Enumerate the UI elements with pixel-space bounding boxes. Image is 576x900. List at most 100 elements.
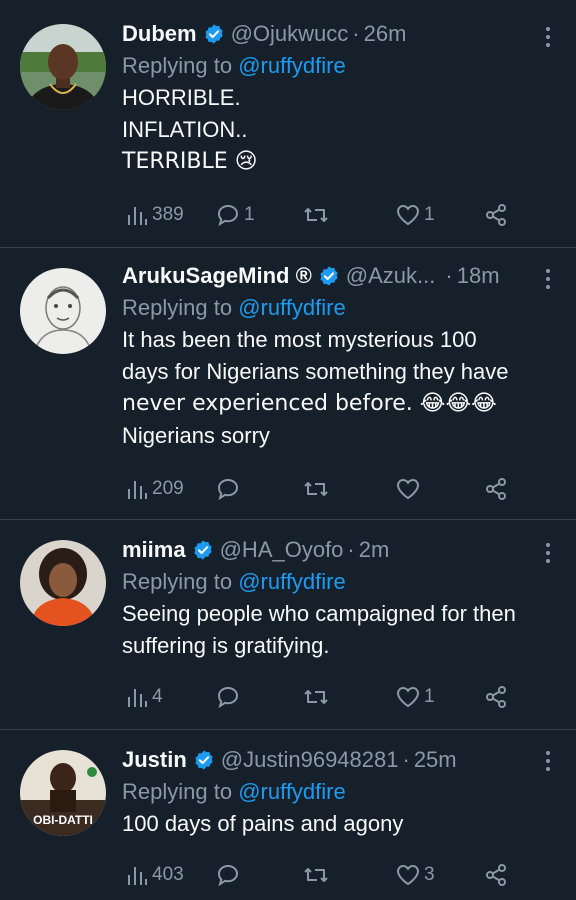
replying-to-label: Replying to [122,295,233,320]
like-count: 3 [424,864,435,885]
timestamp[interactable]: 18m [457,263,500,289]
views-count: 389 [152,204,184,225]
separator: · [402,747,410,772]
tweet[interactable]: OBI-DATTI Justin @Justin96948281 · 25m R… [0,730,576,900]
reply-button[interactable]: 1 [216,203,255,227]
replying-to-label: Replying to [122,53,233,78]
replying-to-label: Replying to [122,569,233,594]
reply-button[interactable] [216,477,244,501]
replying-to: Replying to @ruffydfire [122,50,560,82]
like-icon [396,686,420,708]
tweet-text-line: HORRIBLE. [122,85,241,110]
avatar-label: OBI-DATTI [33,813,93,827]
avatar[interactable] [20,268,106,354]
views-count: 403 [152,864,184,885]
tweet-text-line: TERRIBLE 😢 [122,149,258,174]
replying-to: Replying to @ruffydfire [122,566,560,598]
verified-badge-icon [193,749,215,771]
action-bar: 403 3 [122,860,522,890]
mention-link[interactable]: @ruffydfire [238,779,346,804]
reply-icon [217,204,239,227]
replying-to-label: Replying to [122,779,233,804]
tweet-text-line: days for Nigerians something they have [122,359,509,384]
replying-to: Replying to @ruffydfire [122,776,560,808]
handle[interactable]: @HA_Oyofo [220,537,344,563]
avatar[interactable]: OBI-DATTI [20,750,106,836]
tweet-text-line: suffering is gratifying. [122,633,330,658]
reply-button[interactable] [216,863,244,887]
tweet[interactable]: ArukuSageMind ® @Azuk... · 18m Replying … [0,248,576,520]
retweet-button[interactable] [302,477,334,501]
handle[interactable]: @Justin96948281 [221,747,399,773]
display-name[interactable]: ArukuSageMind ® [122,263,312,289]
reply-icon [217,478,239,501]
views-icon [128,867,147,885]
views-button[interactable]: 403 [126,864,184,886]
handle[interactable]: @Ojukwucc [231,21,349,47]
retweet-icon [304,482,328,496]
tweet[interactable]: miima @HA_Oyofo · 2m Replying to @ruffyd… [0,520,576,730]
views-button[interactable]: 389 [126,204,184,226]
retweet-icon [304,690,328,704]
handle[interactable]: @Azuk... [346,263,436,289]
avatar[interactable] [20,540,106,626]
tweet-text-line: never experienced before. 😂😂😂 [122,391,497,416]
like-button[interactable] [396,478,424,500]
tweet-text-line: Nigerians sorry [122,423,270,448]
tweet-text: Seeing people who campaigned for then su… [122,598,560,662]
separator: · [347,537,355,562]
display-name[interactable]: miima [122,537,186,563]
like-icon [396,204,420,226]
share-button[interactable] [484,685,508,709]
retweet-button[interactable] [302,685,334,709]
tweet-text: It has been the most mysterious 100 days… [122,324,560,452]
share-icon [486,204,506,226]
reply-icon [217,686,239,709]
tweet-text-line: INFLATION.. [122,117,248,142]
timestamp[interactable]: 26m [364,21,407,47]
like-button[interactable]: 3 [396,864,435,886]
retweet-button[interactable] [302,863,334,887]
avatar[interactable] [20,24,106,110]
mention-link[interactable]: @ruffydfire [238,569,346,594]
like-button[interactable]: 1 [396,686,435,708]
views-count: 4 [152,686,163,707]
timestamp[interactable]: 25m [414,747,457,773]
reply-count: 1 [244,204,255,225]
views-icon [128,481,147,499]
tweet-text-line: It has been the most mysterious 100 [122,327,477,352]
views-button[interactable]: 4 [126,686,163,708]
verified-badge-icon [203,23,225,45]
share-button[interactable] [484,477,508,501]
share-icon [486,686,506,708]
retweet-button[interactable] [302,203,334,227]
mention-link[interactable]: @ruffydfire [238,53,346,78]
tweet-text: HORRIBLE. INFLATION.. TERRIBLE 😢 [122,82,560,178]
share-button[interactable] [484,203,508,227]
views-icon [128,689,147,707]
views-icon [128,207,147,225]
action-bar: 209 [122,474,522,504]
replying-to: Replying to @ruffydfire [122,292,560,324]
tweet[interactable]: Dubem @Ojukwucc · 26m Replying to @ruffy… [0,0,576,248]
reply-icon [217,864,239,887]
share-icon [486,478,506,500]
share-button[interactable] [484,863,508,887]
reply-button[interactable] [216,685,244,709]
views-button[interactable]: 209 [126,478,184,500]
retweet-icon [304,208,328,222]
mention-link[interactable]: @ruffydfire [238,295,346,320]
action-bar: 389 1 1 [122,200,522,230]
tweet-text-line: Seeing people who campaigned for then [122,601,516,626]
action-bar: 4 1 [122,682,522,712]
reply-feed: Dubem @Ojukwucc · 26m Replying to @ruffy… [0,0,576,900]
like-icon [396,478,420,500]
timestamp[interactable]: 2m [359,537,390,563]
like-count: 1 [424,204,435,225]
like-button[interactable]: 1 [396,204,435,226]
display-name[interactable]: Dubem [122,21,197,47]
like-count: 1 [424,686,435,707]
display-name[interactable]: Justin [122,747,187,773]
views-count: 209 [152,478,184,499]
share-icon [486,864,506,886]
